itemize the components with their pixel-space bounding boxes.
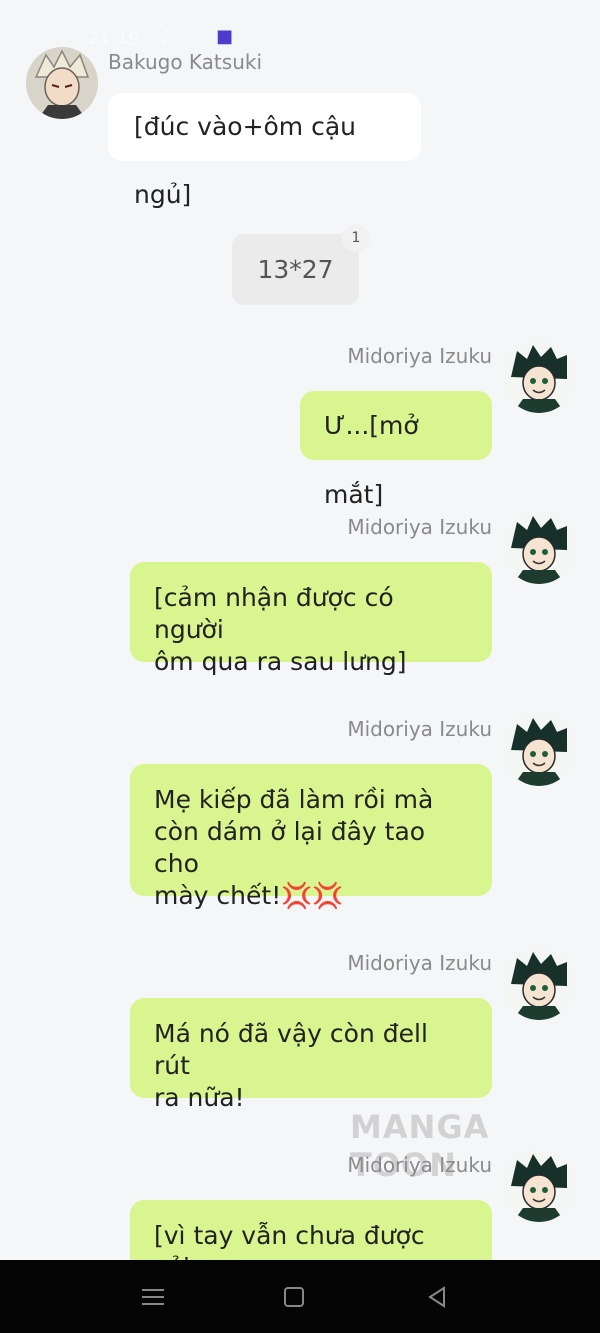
sender-name: Midoriya Izuku	[347, 344, 492, 368]
system-message-text: 13*27	[257, 255, 334, 284]
avatar-midoriya[interactable]	[503, 714, 575, 786]
message-text-line: Má nó đã vậy còn đell rút	[154, 1019, 428, 1080]
status-bar: 21:19 ♪ ■ ...	[0, 0, 600, 49]
unread-badge: 1	[342, 224, 370, 252]
midoriya-avatar-icon	[503, 948, 575, 1020]
sender-name: Midoriya Izuku	[347, 515, 492, 539]
sender-name: Bakugo Katsuki	[108, 50, 263, 74]
status-time: 21:19	[88, 28, 140, 49]
message-bubble-outgoing[interactable]: [cảm nhận được có người ôm qua ra sau lư…	[130, 562, 492, 676]
message-bubble-outgoing[interactable]: Má nó đã vậy còn đell rút ra nữa!	[130, 998, 492, 1112]
home-icon[interactable]	[279, 1282, 309, 1312]
message-text-line: [cảm nhận được có người	[154, 583, 394, 644]
message-text-line: còn dám ở lại đây tao cho	[154, 817, 426, 878]
message-bubble-outgoing[interactable]: Ư...[mở mắt]	[300, 391, 492, 509]
system-message: 13*27	[232, 234, 359, 305]
sender-name: Midoriya Izuku	[347, 951, 492, 975]
avatar-midoriya[interactable]	[503, 948, 575, 1020]
battery-indicator: ...	[500, 28, 518, 49]
sender-name: Midoriya Izuku	[347, 717, 492, 741]
tiktok-icon: ♪	[160, 26, 172, 47]
midoriya-avatar-icon	[503, 512, 575, 584]
message-text-line: Mẹ kiếp đã làm rồi mà	[154, 785, 434, 814]
avatar-midoriya[interactable]	[503, 341, 575, 413]
midoriya-avatar-icon	[503, 341, 575, 413]
menu-icon[interactable]	[138, 1282, 168, 1312]
message-text: Ư...[mở mắt]	[324, 411, 419, 509]
system-navigation-bar	[0, 1260, 600, 1333]
app-icon: ■	[216, 26, 234, 47]
message-bubble-outgoing[interactable]: Mẹ kiếp đã làm rồi mà còn dám ở lại đây …	[130, 764, 492, 910]
bakugo-avatar-icon	[26, 47, 98, 119]
avatar-bakugo[interactable]	[26, 47, 98, 119]
message-bubble-incoming[interactable]: [đúc vào+ôm cậu ngủ]	[108, 93, 421, 209]
midoriya-avatar-icon	[503, 714, 575, 786]
message-text-line: ôm qua ra sau lưng]	[154, 647, 407, 676]
back-icon[interactable]	[422, 1282, 452, 1312]
avatar-midoriya[interactable]	[503, 512, 575, 584]
message-text: [đúc vào+ôm cậu ngủ]	[134, 112, 357, 209]
sender-name: Midoriya Izuku	[347, 1153, 492, 1177]
message-text-line: mày chết!💢💢	[154, 881, 344, 910]
